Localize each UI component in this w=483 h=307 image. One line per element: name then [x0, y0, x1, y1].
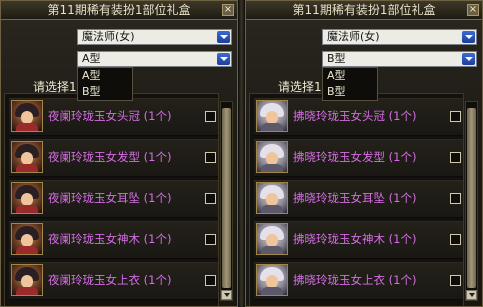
item-checkbox[interactable] — [450, 152, 461, 163]
item-name: 夜阑玲珑玉女发型 (1个) — [48, 150, 172, 164]
item-name: 拂晓玲珑玉女头冠 (1个) — [293, 109, 417, 123]
list-item[interactable]: 拂晓玲珑玉女发型 (1个) — [254, 139, 463, 177]
item-checkbox[interactable] — [205, 152, 216, 163]
avatar-icon — [256, 100, 288, 132]
type-select[interactable]: B型 — [322, 51, 477, 67]
gift-box-window-right: 第11期稀有装扮1部位礼盒 × 魔法师(女) B型 A型 B型 请选择1 拂晓玲… — [245, 0, 483, 307]
window-title: 第11期稀有装扮1部位礼盒 — [246, 1, 482, 20]
avatar-icon — [256, 264, 288, 296]
type-select-value: B型 — [327, 52, 346, 65]
list-item[interactable]: 夜阑玲珑玉女上衣 (1个) — [9, 262, 218, 300]
type-select[interactable]: A型 — [77, 51, 232, 67]
item-checkbox[interactable] — [450, 193, 461, 204]
list-item[interactable]: 拂晓玲珑玉女上衣 (1个) — [254, 262, 463, 300]
dropdown-option[interactable]: B型 — [323, 84, 377, 100]
item-checkbox[interactable] — [205, 193, 216, 204]
scroll-down-icon[interactable] — [466, 290, 477, 300]
item-name: 夜阑玲珑玉女上衣 (1个) — [48, 273, 172, 287]
list-item[interactable]: 夜阑玲珑玉女耳坠 (1个) — [9, 180, 218, 218]
item-name: 拂晓玲珑玉女上衣 (1个) — [293, 273, 417, 287]
item-name: 拂晓玲珑玉女发型 (1个) — [293, 150, 417, 164]
item-checkbox[interactable] — [450, 275, 461, 286]
chevron-down-icon[interactable] — [462, 53, 475, 65]
type-dropdown-list: A型 B型 — [77, 67, 133, 101]
class-select[interactable]: 魔法师(女) — [322, 29, 477, 45]
divider — [238, 0, 245, 307]
class-select-value: 魔法师(女) — [82, 30, 135, 43]
item-name: 夜阑玲珑玉女神木 (1个) — [48, 232, 172, 246]
item-list: 夜阑玲珑玉女头冠 (1个) 夜阑玲珑玉女发型 (1个) 夜阑玲珑玉女耳坠 (1个… — [4, 93, 219, 306]
scrollbar[interactable] — [465, 101, 478, 301]
list-item[interactable]: 拂晓玲珑玉女神木 (1个) — [254, 221, 463, 259]
avatar-icon — [256, 141, 288, 173]
item-checkbox[interactable] — [205, 275, 216, 286]
list-item[interactable]: 夜阑玲珑玉女发型 (1个) — [9, 139, 218, 177]
list-item[interactable]: 拂晓玲珑玉女耳坠 (1个) — [254, 180, 463, 218]
avatar-icon — [11, 100, 43, 132]
select-prompt: 请选择1 — [33, 80, 77, 94]
item-name: 夜阑玲珑玉女耳坠 (1个) — [48, 191, 172, 205]
scroll-thumb[interactable] — [222, 108, 231, 288]
dropdown-option[interactable]: B型 — [78, 84, 132, 100]
class-select[interactable]: 魔法师(女) — [77, 29, 232, 45]
chevron-down-icon[interactable] — [462, 31, 475, 43]
chevron-down-icon[interactable] — [217, 31, 230, 43]
type-select-value: A型 — [82, 52, 101, 65]
item-name: 拂晓玲珑玉女神木 (1个) — [293, 232, 417, 246]
scrollbar[interactable] — [220, 101, 233, 301]
scroll-thumb[interactable] — [467, 108, 476, 288]
avatar-icon — [11, 264, 43, 296]
item-list: 拂晓玲珑玉女头冠 (1个) 拂晓玲珑玉女发型 (1个) 拂晓玲珑玉女耳坠 (1个… — [249, 93, 464, 306]
list-item[interactable]: 拂晓玲珑玉女头冠 (1个) — [254, 98, 463, 136]
item-checkbox[interactable] — [205, 234, 216, 245]
window-title: 第11期稀有装扮1部位礼盒 — [1, 1, 237, 20]
list-item[interactable]: 夜阑玲珑玉女神木 (1个) — [9, 221, 218, 259]
item-name: 夜阑玲珑玉女头冠 (1个) — [48, 109, 172, 123]
gift-box-window-left: 第11期稀有装扮1部位礼盒 × 魔法师(女) A型 A型 B型 请选择1 夜阑玲… — [0, 0, 238, 307]
avatar-icon — [11, 182, 43, 214]
close-icon[interactable]: × — [467, 4, 479, 16]
avatar-icon — [11, 223, 43, 255]
avatar-icon — [256, 182, 288, 214]
list-item[interactable]: 夜阑玲珑玉女头冠 (1个) — [9, 98, 218, 136]
close-icon[interactable]: × — [222, 4, 234, 16]
item-checkbox[interactable] — [450, 234, 461, 245]
dropdown-option[interactable]: A型 — [323, 68, 377, 84]
item-name: 拂晓玲珑玉女耳坠 (1个) — [293, 191, 417, 205]
item-checkbox[interactable] — [450, 111, 461, 122]
scroll-down-icon[interactable] — [221, 290, 232, 300]
select-prompt: 请选择1 — [278, 80, 322, 94]
type-dropdown-list: A型 B型 — [322, 67, 378, 101]
chevron-down-icon[interactable] — [217, 53, 230, 65]
avatar-icon — [11, 141, 43, 173]
item-checkbox[interactable] — [205, 111, 216, 122]
class-select-value: 魔法师(女) — [327, 30, 380, 43]
dropdown-option[interactable]: A型 — [78, 68, 132, 84]
avatar-icon — [256, 223, 288, 255]
